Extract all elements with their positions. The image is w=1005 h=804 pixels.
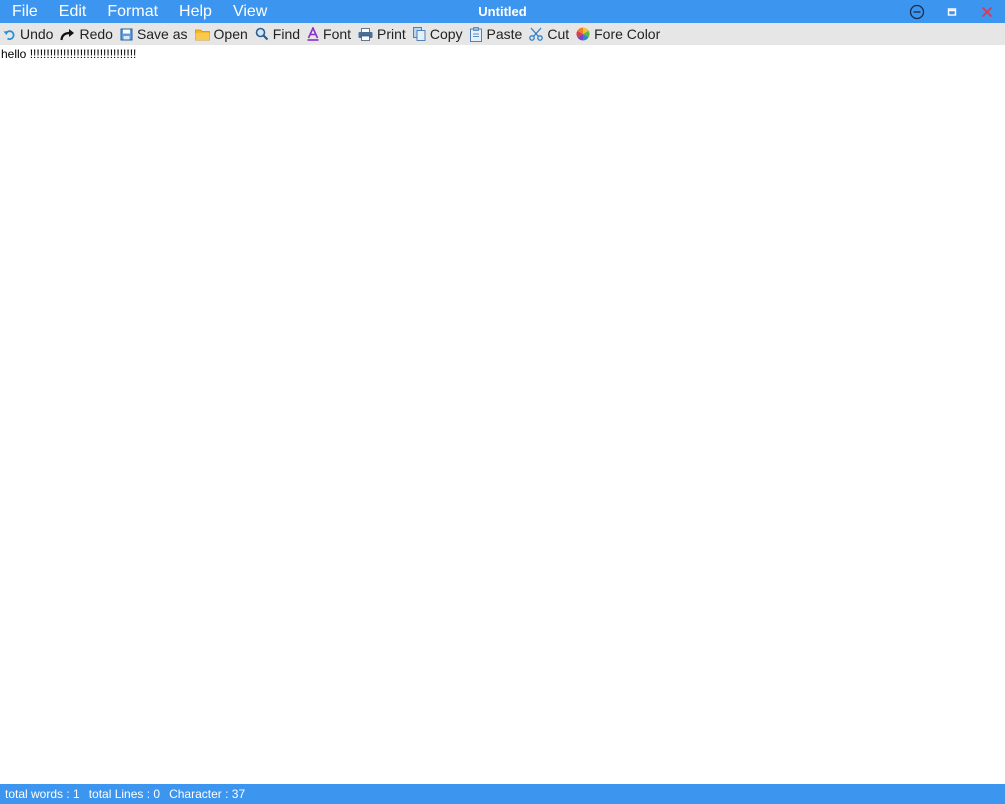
font-label: Font — [323, 26, 352, 42]
font-button[interactable]: Font — [304, 23, 355, 45]
toolbar: Undo Redo Save as Open Find Font Print C… — [0, 23, 1005, 45]
status-character-count: Character : 37 — [169, 787, 246, 801]
minimize-circle-icon — [909, 4, 925, 19]
open-button[interactable]: Open — [192, 23, 252, 45]
font-icon — [307, 27, 319, 41]
menu-bar: File Edit Format Help View — [0, 0, 276, 23]
folder-icon — [194, 29, 210, 40]
close-button[interactable] — [976, 0, 998, 23]
redo-label: Redo — [79, 26, 113, 42]
cut-label: Cut — [547, 26, 570, 42]
undo-icon — [3, 29, 15, 40]
cut-button[interactable]: Cut — [526, 23, 573, 45]
search-icon — [255, 27, 269, 41]
copy-label: Copy — [429, 26, 463, 42]
print-label: Print — [377, 26, 406, 42]
undo-button[interactable]: Undo — [0, 23, 57, 45]
close-icon — [981, 6, 993, 17]
print-button[interactable]: Print — [355, 23, 410, 45]
save-as-button[interactable]: Save as — [117, 23, 192, 45]
open-label: Open — [213, 26, 248, 42]
editor-content[interactable]: hello !!!!!!!!!!!!!!!!!!!!!!!!!!!!!!!! — [1, 47, 136, 61]
maximize-icon — [947, 7, 957, 16]
copy-button[interactable]: Copy — [410, 23, 467, 45]
menu-view[interactable]: View — [221, 0, 276, 23]
status-bar: total words : 1 total Lines : 0 Characte… — [0, 784, 1005, 804]
redo-button[interactable]: Redo — [57, 23, 116, 45]
paste-icon — [469, 26, 482, 42]
color-wheel-icon — [576, 27, 590, 41]
minimize-button[interactable] — [906, 0, 928, 23]
printer-icon — [358, 27, 373, 41]
undo-label: Undo — [20, 26, 54, 42]
fore-color-button[interactable]: Fore Color — [573, 23, 664, 45]
title-bar: File Edit Format Help View Untitled — [0, 0, 1005, 23]
paste-label: Paste — [486, 26, 523, 42]
save-as-label: Save as — [136, 26, 188, 42]
paste-button[interactable]: Paste — [467, 23, 527, 45]
text-editor[interactable]: hello !!!!!!!!!!!!!!!!!!!!!!!!!!!!!!!! — [0, 45, 1005, 784]
menu-format[interactable]: Format — [95, 0, 167, 23]
menu-edit[interactable]: Edit — [47, 0, 96, 23]
copy-icon — [412, 27, 426, 41]
maximize-button[interactable] — [941, 0, 963, 23]
status-line-count: total Lines : 0 — [88, 787, 161, 801]
scissors-icon — [529, 27, 544, 41]
menu-help[interactable]: Help — [167, 0, 221, 23]
find-button[interactable]: Find — [252, 23, 304, 45]
redo-icon — [60, 28, 75, 40]
find-label: Find — [272, 26, 301, 42]
save-icon — [120, 28, 133, 40]
fore-color-label: Fore Color — [594, 26, 661, 42]
menu-file[interactable]: File — [0, 0, 47, 23]
status-word-count: total words : 1 — [5, 787, 80, 801]
